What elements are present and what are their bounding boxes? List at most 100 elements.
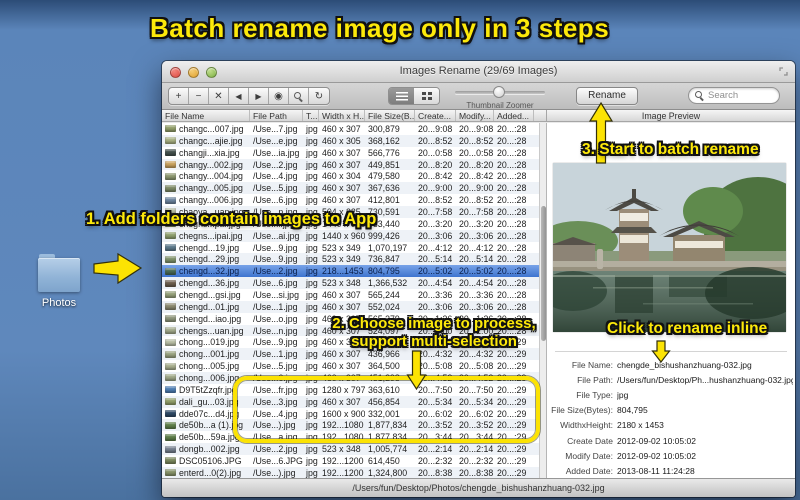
file-size-cell: 364,500: [368, 361, 400, 372]
create-date-cell: 20...9:00: [418, 183, 453, 194]
photos-folder-icon[interactable]: [38, 254, 80, 292]
preview-field-value[interactable]: 804,795: [617, 405, 648, 415]
thumbnail-zoomer-slider[interactable]: [455, 86, 545, 98]
column-header[interactable]: Added...: [494, 110, 534, 121]
file-type-cell: jpg: [306, 254, 318, 265]
file-path-cell: /Use...5.jpg: [253, 183, 298, 194]
modify-date-cell: 20...8:38: [459, 467, 494, 478]
table-row[interactable]: changy...004.jpg /Use...4.jpg jpg 460 x …: [162, 170, 539, 183]
table-row[interactable]: changji...xia.jpg /Use...ia.jpg jpg 460 …: [162, 146, 539, 159]
next-button[interactable]: ▶: [249, 88, 269, 104]
modify-date-cell: 20...4:54: [459, 278, 494, 289]
folder-label: Photos: [41, 297, 77, 309]
modify-date-cell: 20...3:20: [459, 218, 494, 229]
file-type-cell: jpg: [306, 325, 318, 336]
row-thumbnail: [165, 161, 176, 168]
modify-date-cell: 20...7:58: [459, 206, 494, 217]
column-header[interactable]: Width x H...: [319, 110, 365, 121]
preview-field-value[interactable]: 2012-09-02 10:05:02: [617, 436, 696, 446]
preview-field-value[interactable]: chengde_bishushanzhuang-032.jpg: [617, 360, 752, 370]
row-thumbnail: [165, 457, 176, 465]
list-view-button[interactable]: [389, 88, 414, 104]
table-row[interactable]: DSC05106.JPG /Use...6.JPG jpg 192...1200…: [162, 455, 539, 467]
folder-body: [38, 258, 80, 292]
file-path-cell: /Use...5.jpg: [253, 361, 298, 372]
delete-button[interactable]: ✕: [209, 88, 229, 104]
dimensions-cell: 192...1200: [322, 467, 364, 478]
column-header[interactable]: Create...: [415, 110, 456, 121]
table-row[interactable]: changy...006.jpg /Use...6.jpg jpg 460 x …: [162, 194, 539, 207]
desktop: Photos Images Rename (29/69 Images) + − …: [0, 0, 800, 500]
file-path-cell: /Use...1.jpg: [253, 301, 298, 312]
dimensions-cell: 460 x 307: [322, 123, 361, 134]
file-path-cell: /Use...o.jpg: [253, 313, 298, 324]
table-row[interactable]: chengd...01.jpg /Use...1.jpg jpg 460 x 3…: [162, 300, 539, 313]
dimensions-cell: 460 x 307: [322, 183, 361, 194]
scrollbar-thumb[interactable]: [541, 206, 546, 341]
table-row[interactable]: chong...005.jpg /Use...5.jpg jpg 460 x 3…: [162, 360, 539, 373]
table-row[interactable]: chengd...36.jpg /Use...6.jpg jpg 523 x 3…: [162, 277, 539, 290]
preview-field-label: Create Date: [567, 435, 613, 446]
table-row[interactable]: chengd...29.jpg /Use...9.jpg jpg 523 x 3…: [162, 253, 539, 266]
x-icon: ✕: [214, 90, 223, 102]
modify-date-cell: 20...3:36: [459, 289, 494, 300]
eye-icon: ◉: [274, 90, 283, 102]
multi-selection-highlight-box: [233, 376, 540, 443]
file-path-cell: /Use...9.jpg: [253, 337, 298, 348]
table-row[interactable]: changy...002.jpg /Use...2.jpg jpg 460 x …: [162, 158, 539, 171]
file-size-cell: 736,847: [368, 254, 400, 265]
add-button[interactable]: +: [169, 88, 189, 104]
file-name-cell: changji...xia.jpg: [162, 148, 250, 158]
dimensions-cell: 460 x 307: [322, 195, 361, 206]
preview-field-value[interactable]: 2180 x 1453: [617, 420, 664, 430]
table-row[interactable]: chengd...32.jpg /Use...2.jpg jpg 218...1…: [162, 265, 539, 278]
dimensions-cell: 460 x 307: [322, 301, 361, 312]
file-size-cell: 1,366,532: [368, 278, 408, 289]
slider-knob[interactable]: [493, 86, 505, 98]
added-date-cell: 20...:28: [497, 123, 527, 134]
modify-date-cell: 20...4:12: [459, 242, 494, 253]
file-path-cell: /Use...7.jpg: [253, 123, 298, 134]
modify-date-cell: 20...3:06: [459, 301, 494, 312]
file-size-cell: 566,776: [368, 147, 400, 158]
rename-button[interactable]: Rename: [576, 87, 638, 105]
quicklook-button[interactable]: ◉: [269, 88, 289, 104]
table-row[interactable]: changc...ajie.jpg /Use...e.jpg jpg 460 x…: [162, 134, 539, 147]
resize-icon[interactable]: [779, 67, 788, 76]
table-row[interactable]: dongb...002.jpg /Use...2.jpg jpg 523 x 3…: [162, 443, 539, 456]
file-size-cell: 300,879: [368, 123, 400, 134]
column-header[interactable]: T...: [303, 110, 319, 121]
modify-date-cell: 20...8:52: [459, 195, 494, 206]
remove-button[interactable]: −: [189, 88, 209, 104]
column-header[interactable]: File Size(B...: [365, 110, 415, 121]
preview-field-value[interactable]: jpg: [617, 390, 628, 400]
refresh-button[interactable]: ↻: [309, 88, 329, 104]
table-scrollbar[interactable]: [539, 123, 547, 479]
preview-field-value[interactable]: /Users/fun/Desktop/Ph...hushanzhuang-032…: [617, 375, 793, 385]
search-input[interactable]: Search: [688, 87, 780, 104]
table-row[interactable]: chegns...ipai.jpg /Use...ai.jpg jpg 1440…: [162, 229, 539, 242]
column-header[interactable]: File Path: [250, 110, 303, 121]
added-date-cell: 20...:29: [497, 467, 527, 478]
toolbar-search-button[interactable]: [289, 88, 309, 104]
preview-field-value[interactable]: 2012-09-02 10:05:02: [617, 451, 696, 461]
title-bar[interactable]: Images Rename (29/69 Images): [162, 61, 795, 83]
file-type-cell: jpg: [306, 289, 318, 300]
added-date-cell: 20...:28: [497, 289, 527, 300]
annotation-step1: 1. Add folders contain images to App: [86, 210, 377, 228]
row-thumbnail: [165, 255, 176, 263]
preview-field-value[interactable]: 2013-08-11 11:24:28: [617, 466, 695, 476]
table-row[interactable]: chengd...gsi.jpg /Use...si.jpg jpg 460 x…: [162, 289, 539, 301]
table-row[interactable]: changc...007.jpg /Use...7.jpg jpg 460 x …: [162, 123, 539, 135]
dimensions-cell: 192...1200: [322, 455, 364, 466]
column-header[interactable]: File Name: [162, 110, 250, 121]
previous-button[interactable]: ◀: [229, 88, 249, 104]
column-header[interactable]: Modify...: [456, 110, 494, 121]
table-row[interactable]: enterd...0(2).jpg /Use...).jpg jpg 192..…: [162, 466, 539, 479]
annotation-inline-tip: Click to rename inline: [607, 320, 768, 337]
file-name-cell: changy...006.jpg: [162, 195, 250, 205]
table-row[interactable]: chengd...19.jpg /Use...9.jpg jpg 523 x 3…: [162, 241, 539, 254]
table-row[interactable]: changy...005.jpg /Use...5.jpg jpg 460 x …: [162, 182, 539, 195]
preview-field-label: Modify Date:: [565, 450, 613, 461]
row-thumbnail: [165, 386, 176, 394]
